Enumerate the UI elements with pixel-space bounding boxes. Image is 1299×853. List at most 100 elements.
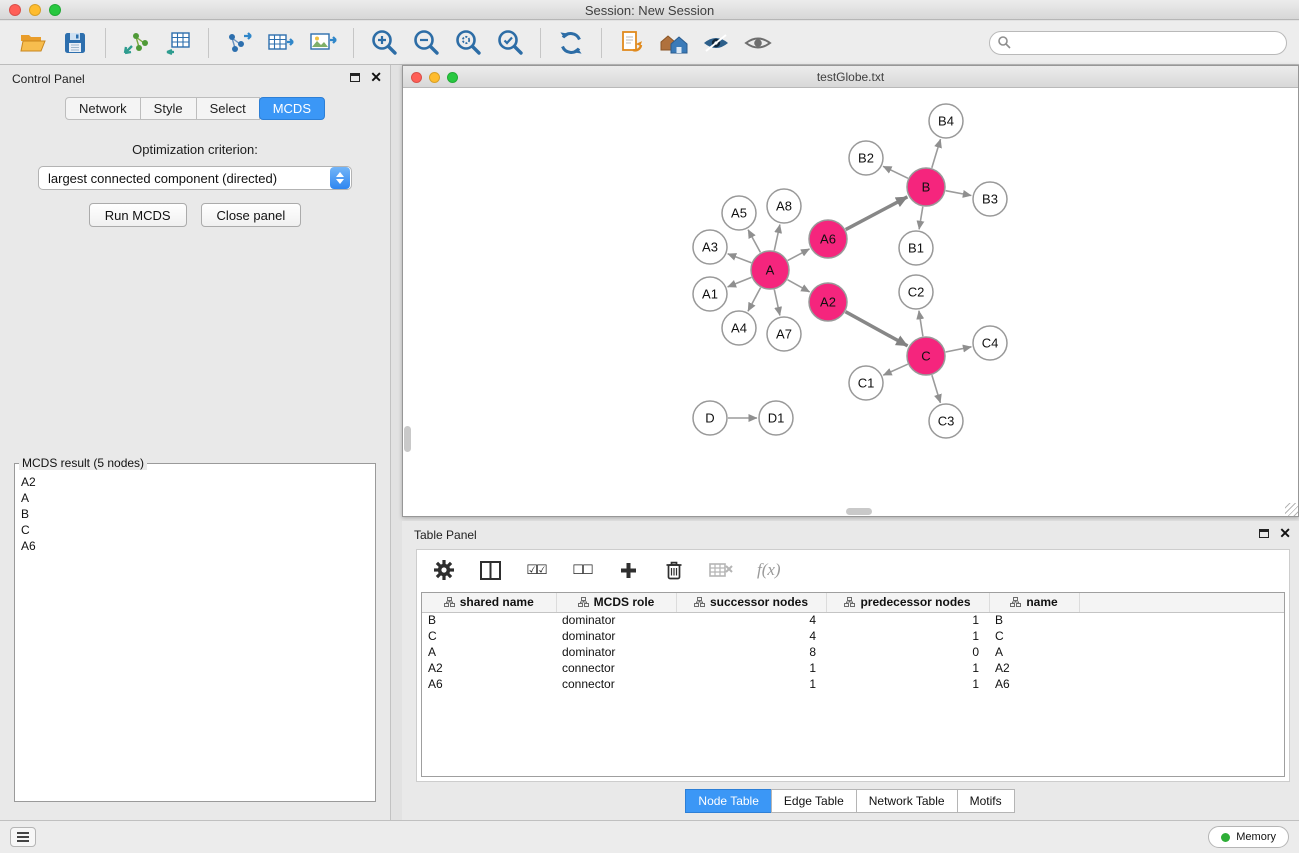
table-cell[interactable]: 4 — [676, 612, 826, 628]
mcds-result-item[interactable]: A6 — [16, 538, 374, 554]
table-row[interactable]: A2connector11A2 — [422, 660, 1284, 676]
graph-node[interactable]: B — [907, 168, 945, 206]
graph-edge[interactable] — [932, 139, 941, 168]
resize-grip[interactable] — [1285, 503, 1298, 516]
graph-edge[interactable] — [883, 364, 908, 375]
graph-node[interactable]: A4 — [722, 311, 756, 345]
table-cell[interactable]: A6 — [989, 676, 1079, 692]
graph-edge[interactable] — [728, 254, 752, 263]
network-canvas[interactable]: B4B2BB3A5A8A6B1A3AC2A1A2A4A7C4CC1C3DD1 — [403, 88, 1298, 516]
graph-node[interactable]: A1 — [693, 277, 727, 311]
tab-mcds[interactable]: MCDS — [259, 97, 325, 120]
table-cell[interactable]: dominator — [556, 612, 676, 628]
graph-node[interactable]: D — [693, 401, 727, 435]
export-network-button[interactable] — [218, 24, 260, 62]
graph-edge[interactable] — [919, 207, 923, 230]
mcds-result-item[interactable]: A — [16, 490, 374, 506]
memory-button[interactable]: Memory — [1208, 826, 1289, 848]
network-window-titlebar[interactable]: testGlobe.txt — [403, 66, 1298, 88]
search-input[interactable] — [989, 31, 1287, 55]
graph-edge[interactable] — [919, 311, 923, 336]
close-table-panel-icon[interactable]: ✕ — [1279, 527, 1291, 539]
graph-edge[interactable] — [846, 197, 908, 230]
table-cell[interactable]: A — [422, 644, 556, 660]
column-header[interactable]: MCDS role — [556, 593, 676, 612]
home-button[interactable] — [653, 24, 695, 62]
tab-motifs[interactable]: Motifs — [957, 789, 1015, 813]
export-table-button[interactable] — [260, 24, 302, 62]
graph-node[interactable]: C — [907, 337, 945, 375]
import-table-from-file-button[interactable] — [157, 24, 199, 62]
mcds-result-item[interactable]: C — [16, 522, 374, 538]
table-row[interactable]: A6connector11A6 — [422, 676, 1284, 692]
table-cell[interactable]: 0 — [826, 644, 989, 660]
graph-node[interactable]: B3 — [973, 182, 1007, 216]
show-panels-button[interactable] — [10, 827, 36, 847]
tab-network[interactable]: Network — [65, 97, 141, 120]
close-panel-icon[interactable]: ✕ — [370, 71, 382, 83]
graph-edge[interactable] — [728, 277, 752, 287]
graph-node[interactable]: A3 — [693, 230, 727, 264]
table-cell[interactable]: A — [989, 644, 1079, 660]
select-all-columns-button[interactable]: ☑☑ — [525, 557, 547, 583]
table-cell[interactable]: C — [422, 628, 556, 644]
table-cell[interactable]: A2 — [422, 660, 556, 676]
float-panel-icon[interactable] — [350, 73, 360, 82]
graph-edge[interactable] — [774, 290, 780, 316]
unselect-all-columns-button[interactable]: ☐☐ — [571, 557, 593, 583]
table-cell[interactable]: 1 — [826, 660, 989, 676]
export-image-button[interactable] — [302, 24, 344, 62]
apply-preferred-layout-button[interactable] — [550, 24, 592, 62]
graph-node[interactable]: A7 — [767, 317, 801, 351]
float-table-panel-icon[interactable] — [1259, 529, 1269, 538]
graph-node[interactable]: D1 — [759, 401, 793, 435]
table-cell[interactable]: 4 — [676, 628, 826, 644]
vertical-scrollbar-thumb[interactable] — [404, 426, 411, 452]
zoom-fit-button[interactable] — [489, 24, 531, 62]
tab-node-table[interactable]: Node Table — [685, 789, 772, 813]
tab-style[interactable]: Style — [140, 97, 197, 120]
mcds-result-item[interactable]: B — [16, 506, 374, 522]
graph-edge[interactable] — [946, 347, 972, 352]
table-cell[interactable]: dominator — [556, 628, 676, 644]
table-cell[interactable]: 1 — [826, 612, 989, 628]
open-session-button[interactable] — [12, 24, 54, 62]
table-cell[interactable]: B — [422, 612, 556, 628]
graph-edge[interactable] — [774, 225, 780, 251]
network-graph[interactable]: B4B2BB3A5A8A6B1A3AC2A1A2A4A7C4CC1C3DD1 — [403, 88, 1298, 516]
visibility-button[interactable] — [737, 24, 779, 62]
zoom-out-button[interactable] — [405, 24, 447, 62]
show-columns-button[interactable] — [479, 557, 501, 583]
table-row[interactable]: Adominator80A — [422, 644, 1284, 660]
delete-columns-button[interactable] — [663, 557, 685, 583]
table-row[interactable]: Bdominator41B — [422, 612, 1284, 628]
table-cell[interactable]: A2 — [989, 660, 1079, 676]
graph-edge[interactable] — [748, 288, 761, 312]
horizontal-scrollbar-thumb[interactable] — [846, 508, 872, 515]
graph-node[interactable]: C3 — [929, 404, 963, 438]
tab-edge-table[interactable]: Edge Table — [771, 789, 857, 813]
graph-edge[interactable] — [748, 230, 760, 253]
table-cell[interactable]: connector — [556, 660, 676, 676]
graph-node[interactable]: A — [751, 251, 789, 289]
zoom-selected-button[interactable] — [447, 24, 489, 62]
graph-node[interactable]: B1 — [899, 231, 933, 265]
table-cell[interactable]: C — [989, 628, 1079, 644]
graph-edge[interactable] — [788, 280, 810, 292]
table-row[interactable]: Cdominator41C — [422, 628, 1284, 644]
function-builder-button[interactable]: f(x) — [757, 557, 781, 583]
delete-table-button[interactable] — [709, 557, 733, 583]
graph-node[interactable]: A6 — [809, 220, 847, 258]
table-cell[interactable]: A6 — [422, 676, 556, 692]
table-cell[interactable]: B — [989, 612, 1079, 628]
column-header[interactable]: shared name — [422, 593, 556, 612]
create-column-button[interactable] — [617, 557, 639, 583]
graph-node[interactable]: B2 — [849, 141, 883, 175]
zoom-in-button[interactable] — [363, 24, 405, 62]
style-brush-button[interactable] — [695, 24, 737, 62]
graph-node[interactable]: A5 — [722, 196, 756, 230]
graph-edge[interactable] — [932, 375, 941, 403]
table-cell[interactable]: dominator — [556, 644, 676, 660]
graph-node[interactable]: B4 — [929, 104, 963, 138]
table-cell[interactable]: 1 — [676, 676, 826, 692]
